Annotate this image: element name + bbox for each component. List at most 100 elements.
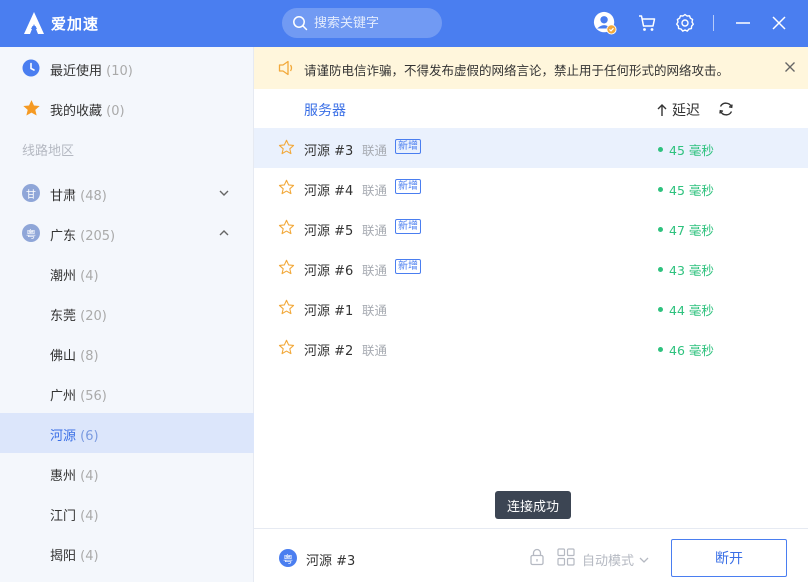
status-dot	[658, 227, 663, 232]
sidebar-item-city[interactable]: 江门 (4)	[0, 493, 254, 533]
server-latency: 46 毫秒	[658, 340, 714, 359]
server-row[interactable]: 河源 #3 联通 新增 45 毫秒	[254, 128, 808, 168]
sidebar-item-favorites[interactable]: 我的收藏 (0)	[0, 88, 254, 128]
city-label: 惠州	[50, 469, 77, 484]
sidebar-item-city-active[interactable]: 河源 (6)	[0, 413, 254, 453]
sidebar-item-city[interactable]: 广州 (56)	[0, 373, 254, 413]
sidebar-item-label: 最近使用	[50, 64, 103, 79]
connection-bar: 粤 河源 #3 自动模式 断开	[254, 528, 808, 582]
star-outline-icon[interactable]	[278, 179, 295, 196]
region-label: 甘肃	[50, 189, 77, 204]
server-row[interactable]: 河源 #1 联通 44 毫秒	[254, 288, 808, 328]
city-count: (6)	[80, 429, 99, 444]
server-name: 河源 #4	[304, 184, 354, 199]
sidebar-item-region[interactable]: 甘 甘肃 (48)	[0, 173, 254, 213]
gear-icon	[676, 13, 694, 32]
sidebar-item-city[interactable]: 东莞 (20)	[0, 293, 254, 333]
server-latency: 45 毫秒	[658, 180, 714, 199]
server-list-header: 服务器 延迟	[254, 89, 808, 129]
mode-select[interactable]: 自动模式	[582, 550, 650, 569]
user-avatar-button[interactable]	[593, 11, 617, 35]
star-outline-icon[interactable]	[278, 259, 295, 276]
column-header-delay[interactable]: 延迟	[656, 100, 700, 120]
status-dot	[658, 187, 663, 192]
search-icon	[293, 16, 308, 31]
sidebar-item-region[interactable]: 粤 广东 (205)	[0, 213, 254, 253]
server-isp: 联通	[362, 183, 388, 198]
clock-icon	[21, 58, 41, 78]
sidebar-item-city[interactable]: 揭阳 (4)	[0, 533, 254, 573]
city-label: 河源	[50, 429, 77, 444]
status-dot	[658, 147, 663, 152]
app-logo: 爱加速	[22, 11, 99, 35]
chevron-down-icon[interactable]	[217, 186, 231, 200]
server-isp: 联通	[362, 263, 388, 278]
minimize-button[interactable]	[731, 11, 755, 35]
city-count: (20)	[80, 309, 107, 324]
city-label: 佛山	[50, 349, 77, 364]
server-name: 河源 #2	[304, 344, 354, 359]
close-icon	[772, 16, 786, 30]
star-outline-icon[interactable]	[278, 139, 295, 156]
app-title: 爱加速	[51, 14, 100, 33]
notice-banner: 请谨防电信诈骗，不得发布虚假的网络言论，禁止用于任何形式的网络攻击。	[254, 47, 808, 89]
server-latency: 44 毫秒	[658, 300, 714, 319]
section-title-regions: 线路地区	[22, 144, 75, 159]
sidebar-item-city[interactable]: 惠州 (4)	[0, 453, 254, 493]
new-badge: 新增	[395, 219, 421, 234]
connection-tooltip: 连接成功	[495, 491, 571, 519]
server-row[interactable]: 河源 #5 联通 新增 47 毫秒	[254, 208, 808, 248]
star-outline-icon[interactable]	[278, 339, 295, 356]
latency-value: 43 毫秒	[669, 263, 714, 278]
city-count: (4)	[80, 269, 99, 284]
star-outline-icon[interactable]	[278, 219, 295, 236]
status-dot	[658, 307, 663, 312]
sidebar-item-count: (0)	[106, 104, 125, 119]
chevron-down-icon	[639, 557, 649, 563]
user-avatar-icon	[593, 11, 617, 35]
chevron-up-icon[interactable]	[217, 226, 231, 240]
refresh-icon[interactable]	[718, 101, 734, 117]
sidebar-item-city[interactable]: 潮州 (4)	[0, 253, 254, 293]
cart-icon	[639, 15, 656, 31]
status-dot	[658, 347, 663, 352]
sidebar-item-count: (10)	[106, 64, 133, 79]
title-bar: 爱加速	[0, 0, 808, 47]
star-icon	[21, 98, 41, 118]
new-badge: 新增	[395, 259, 421, 274]
server-name: 河源 #5	[304, 224, 354, 239]
lock-icon[interactable]	[529, 548, 545, 566]
cart-button[interactable]	[635, 11, 659, 35]
region-count: (205)	[80, 229, 116, 244]
server-latency: 43 毫秒	[658, 260, 714, 279]
region-badge: 粤	[22, 224, 40, 242]
disconnect-button[interactable]: 断开	[671, 539, 787, 577]
mode-label: 自动模式	[582, 554, 635, 569]
delay-label: 延迟	[672, 103, 700, 119]
status-dot	[658, 267, 663, 272]
speaker-icon	[278, 60, 293, 76]
grid-icon[interactable]	[557, 548, 575, 566]
server-name: 河源 #1	[304, 304, 354, 319]
latency-value: 47 毫秒	[669, 223, 714, 238]
sidebar-item-recent[interactable]: 最近使用 (10)	[0, 48, 254, 88]
notice-text: 请谨防电信诈骗，不得发布虚假的网络言论，禁止用于任何形式的网络攻击。	[304, 63, 730, 78]
latency-value: 45 毫秒	[669, 183, 714, 198]
settings-button[interactable]	[673, 11, 697, 35]
server-latency: 47 毫秒	[658, 220, 714, 239]
close-icon[interactable]	[784, 61, 796, 73]
sidebar-item-city[interactable]: 佛山 (8)	[0, 333, 254, 373]
server-name: 河源 #6	[304, 264, 354, 279]
column-header-server[interactable]: 服务器	[304, 100, 346, 120]
server-row[interactable]: 河源 #4 联通 新增 45 毫秒	[254, 168, 808, 208]
region-badge: 粤	[279, 549, 297, 567]
close-window-button[interactable]	[767, 11, 791, 35]
server-row[interactable]: 河源 #6 联通 新增 43 毫秒	[254, 248, 808, 288]
star-outline-icon[interactable]	[278, 299, 295, 316]
city-count: (4)	[80, 509, 99, 524]
server-latency: 45 毫秒	[658, 140, 714, 159]
header-divider	[713, 15, 714, 31]
search-box[interactable]	[282, 8, 442, 38]
server-row[interactable]: 河源 #2 联通 46 毫秒	[254, 328, 808, 368]
search-input[interactable]	[314, 15, 434, 31]
